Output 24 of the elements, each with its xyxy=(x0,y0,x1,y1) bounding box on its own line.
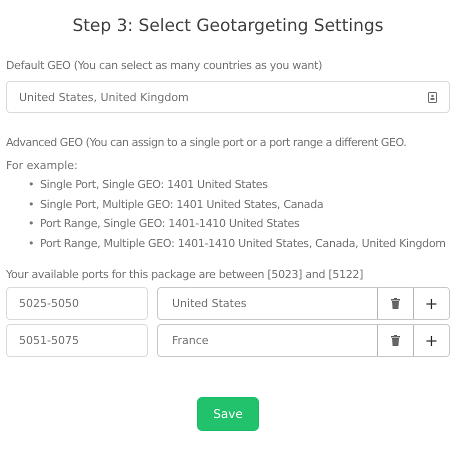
add-button[interactable]: + xyxy=(413,288,449,319)
save-button[interactable]: Save xyxy=(197,397,259,431)
example-item: Port Range, Single GEO: 1401-1410 United States xyxy=(40,216,300,232)
example-label: For example: xyxy=(6,158,79,174)
example-item: Single Port, Multiple GEO: 1401 United States, Canada xyxy=(40,196,324,212)
field-label: Default GEO (You can select as many countries as you want) xyxy=(6,58,324,74)
bullet-mark: • xyxy=(28,196,36,212)
example-item: Port Range, Multiple GEO: 1401-1410 United States, Canada, United Kingdom xyxy=(40,236,447,252)
country-select-field[interactable]: United States, United Kingdom xyxy=(6,81,450,113)
bullet-mark: • xyxy=(28,177,36,193)
trash-icon xyxy=(391,335,400,346)
advanced-geo-description: Advanced GEO (You can assign to a single port or a port range a different GEO. xyxy=(6,135,408,151)
contact-card-icon xyxy=(428,92,437,102)
trash-icon xyxy=(391,298,400,309)
page-title: Step 3: Select Geotargeting Settings xyxy=(71,15,385,38)
geo-field[interactable]: France xyxy=(158,325,377,356)
bullet-mark: • xyxy=(28,236,36,252)
ports-info: Your available ports for this package are between [5023] and [5122] xyxy=(6,267,364,283)
port-range-field[interactable]: 5051-5075 xyxy=(6,324,148,357)
port-range-field[interactable]: 5025-5050 xyxy=(6,287,148,320)
geo-field[interactable]: United States xyxy=(158,288,377,319)
example-item: Single Port, Single GEO: 1401 United States xyxy=(40,177,269,193)
add-button[interactable]: + xyxy=(413,325,449,356)
bullet-mark: • xyxy=(28,216,36,232)
